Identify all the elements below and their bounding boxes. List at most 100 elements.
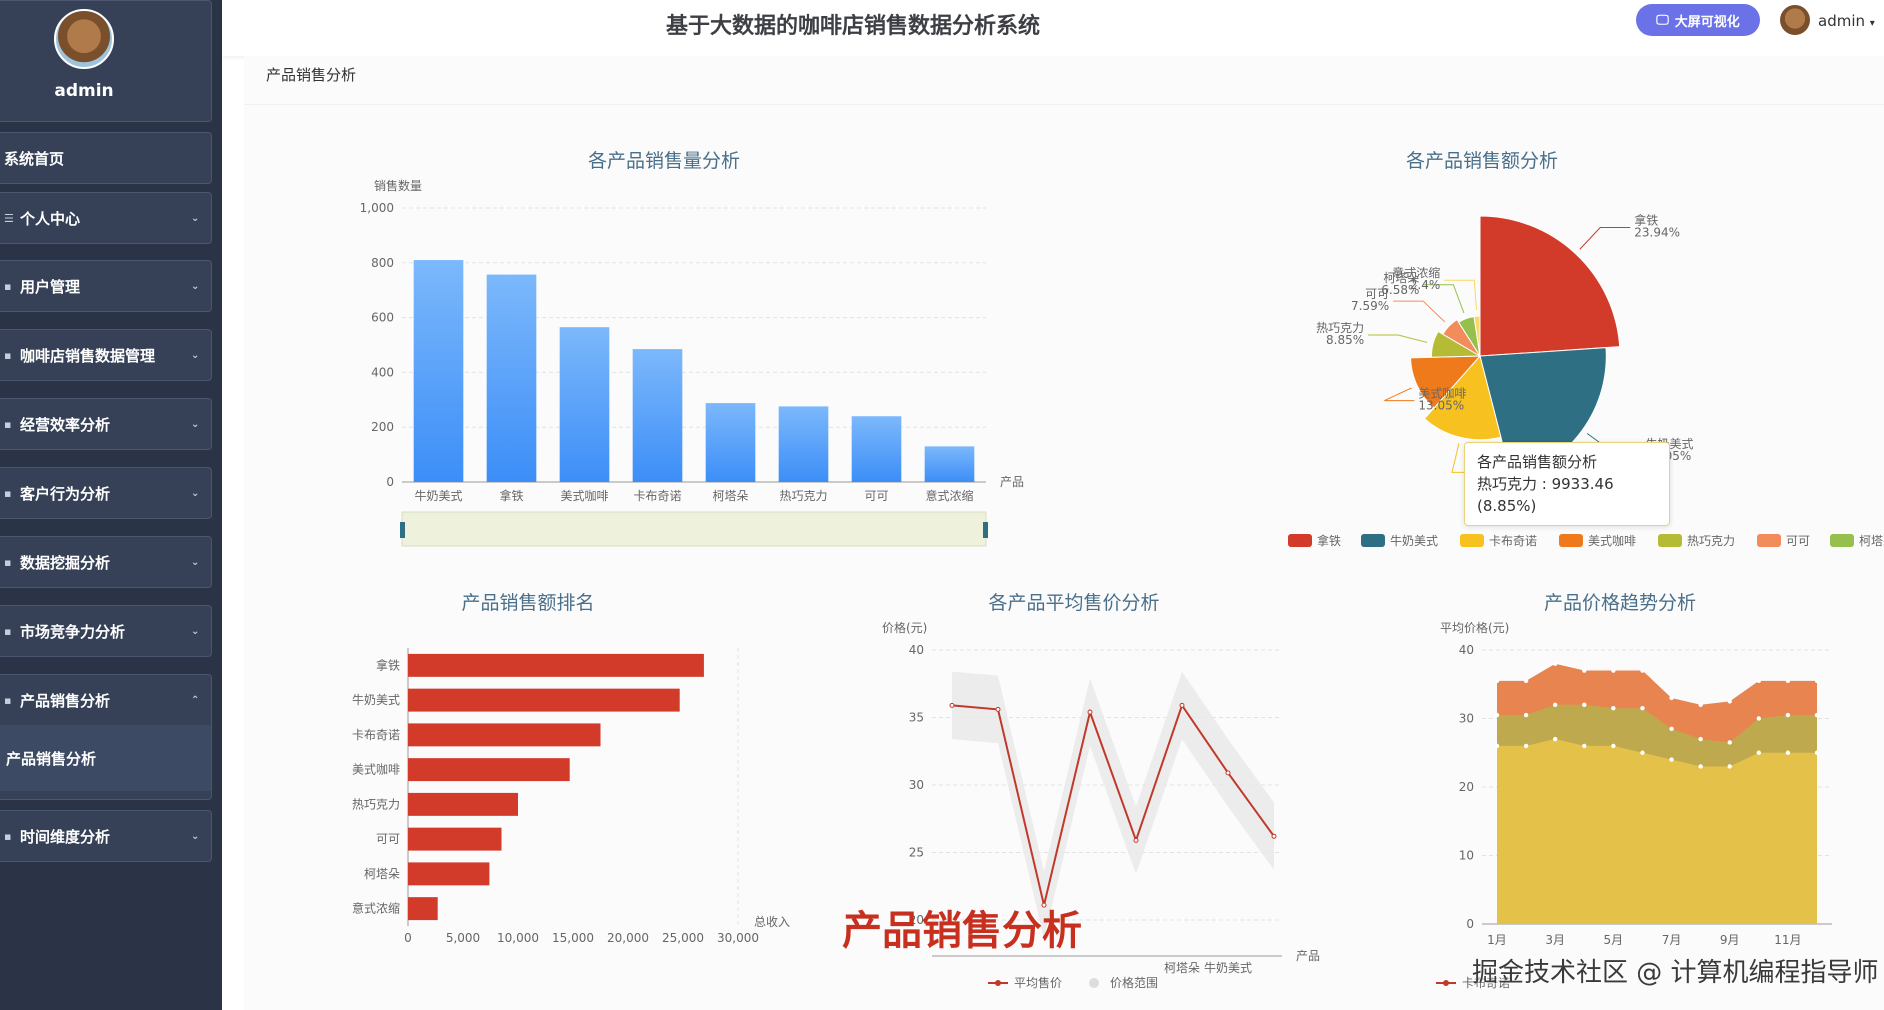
sidebar-item-home[interactable]: 系统首页 — [0, 132, 212, 184]
data-point — [1698, 702, 1703, 707]
watermark: 掘金技术社区 @ 计算机编程指导师 — [1472, 958, 1879, 988]
legend-label: 拿铁 — [1317, 533, 1341, 548]
data-point — [1814, 712, 1820, 718]
bar — [924, 446, 975, 482]
label-line — [1579, 226, 1631, 250]
sidebar-item-label: 时间维度分析 — [20, 827, 111, 846]
data-point — [1225, 770, 1231, 776]
x-tick-label: 1月 — [1487, 933, 1507, 947]
x-tick-label: 柯塔朵 — [1164, 961, 1200, 975]
menu-icon: ▪ — [4, 279, 12, 293]
chevron-down-icon: ⌄ — [191, 349, 200, 361]
x-axis-label: 总收入 — [754, 915, 790, 929]
y-tick-label: 0 — [1466, 917, 1474, 931]
legend-swatch — [1288, 534, 1312, 547]
x-tick-label: 30,000 — [717, 931, 759, 945]
data-point — [1523, 712, 1529, 718]
y-tick-label: 40 — [1459, 643, 1474, 657]
data-point — [1494, 678, 1500, 684]
menu-icon: ▪ — [4, 693, 12, 707]
bar — [632, 349, 683, 482]
x-tick-label: 牛奶美式 — [414, 488, 462, 503]
bar — [705, 403, 756, 482]
legend-swatch — [995, 980, 1001, 986]
sidebar-item-customer[interactable]: ▪ 客户行为分析 ⌄ — [0, 467, 212, 519]
sidebar-item-time[interactable]: ▪ 时间维度分析 ⌄ — [0, 810, 212, 862]
data-point — [1523, 678, 1529, 684]
data-point — [1785, 750, 1791, 755]
app-title: 基于大数据的咖啡店销售数据分析系统 — [665, 14, 1040, 39]
chart-title: 各产品销售量分析 — [587, 150, 740, 172]
slice-pct: 13.05% — [1418, 399, 1464, 413]
sidebar-item-user-management[interactable]: ▪ 用户管理 ⌄ — [0, 260, 212, 312]
data-point — [1179, 702, 1185, 708]
avatar[interactable] — [54, 9, 114, 69]
x-tick-label: 25,000 — [662, 931, 704, 945]
data-point — [995, 706, 1001, 712]
bar — [486, 274, 537, 482]
data-point — [1552, 661, 1558, 666]
legend-label: 牛奶美式 — [1390, 533, 1438, 548]
sidebar-item-sales-data[interactable]: ▪ 咖啡店销售数据管理 ⌄ — [0, 329, 212, 381]
sidebar-item-efficiency[interactable]: ▪ 经营效率分析 ⌄ — [0, 398, 212, 450]
data-point — [1785, 712, 1791, 718]
sidebar-item-product-sales[interactable]: ▪ 产品销售分析 ⌃ — [0, 675, 211, 725]
data-point — [1552, 702, 1558, 707]
legend-label: 可可 — [1786, 534, 1810, 548]
data-point — [1727, 699, 1732, 704]
user-menu[interactable]: admin ▾ — [1818, 12, 1875, 30]
y-tick-label: 800 — [371, 256, 394, 270]
y-tick-label: 美式咖啡 — [352, 762, 400, 777]
avatar[interactable] — [1780, 5, 1810, 35]
sidebar: admin 系统首页 ☰ 个人中心 ⌄ ▪ 用户管理 ⌄ ▪ 咖啡店销售数据管理 ⌄ ▪ 经营… — [0, 0, 222, 1010]
pie-slice — [1479, 215, 1621, 357]
chevron-down-icon: ⌄ — [191, 556, 200, 568]
legend-label: 热巧克力 — [1687, 534, 1735, 548]
bar — [408, 688, 680, 712]
y-tick-label: 拿铁 — [376, 657, 400, 672]
sidebar-user-panel: admin — [0, 0, 212, 122]
divider — [244, 104, 1884, 105]
slice-pct: 2.4% — [1410, 278, 1441, 292]
y-tick-label: 400 — [371, 365, 394, 379]
y-axis-label: 销售数量 — [374, 178, 422, 193]
data-point — [1087, 709, 1093, 715]
legend-label: 卡布奇诺 — [1489, 534, 1537, 548]
sidebar-subitem-product-sales[interactable]: 产品销售分析 — [0, 725, 211, 791]
bar — [778, 406, 829, 482]
legend-label: 美式咖啡 — [1588, 533, 1636, 548]
data-point — [1727, 764, 1732, 769]
slice-pct: 8.85% — [1326, 333, 1364, 347]
price-trend-chart: 010203040平均价格(元)1月 3月 5月 7月 9月 11月卡布奇诺 — [1436, 620, 1832, 990]
chart-title: 产品销售额排名 — [461, 592, 595, 614]
sidebar-username: admin — [54, 81, 114, 101]
y-tick-label: 牛奶美式 — [352, 692, 400, 707]
sidebar-item-mining[interactable]: ▪ 数据挖掘分析 ⌄ — [0, 536, 212, 588]
y-tick-label: 可可 — [376, 832, 400, 846]
legend-swatch — [1443, 980, 1449, 986]
chevron-down-icon: ⌄ — [191, 418, 200, 430]
tooltip-title: 各产品销售额分析 — [1477, 453, 1598, 471]
data-point — [1669, 757, 1674, 762]
sidebar-item-label: 系统首页 — [4, 149, 65, 168]
y-tick-label: 0 — [386, 475, 394, 489]
legend-swatch — [1559, 534, 1583, 547]
x-tick-label: 15,000 — [552, 931, 594, 945]
sidebar-item-personal-center[interactable]: ☰ 个人中心 ⌄ — [0, 192, 212, 244]
sidebar-item-label: 产品销售分析 — [20, 691, 111, 710]
x-tick-label: 3月 — [1545, 933, 1565, 947]
data-point — [1582, 743, 1587, 749]
data-point — [1582, 702, 1587, 707]
bigscreen-button[interactable]: 🖵 大屏可视化 — [1636, 4, 1760, 36]
data-point — [1494, 743, 1500, 749]
label-line — [1384, 387, 1415, 402]
x-tick-label: 11月 — [1774, 933, 1801, 947]
data-point — [1669, 695, 1674, 701]
sidebar-item-competition[interactable]: ▪ 市场竞争力分析 ⌄ — [0, 605, 212, 657]
legend-swatch — [1361, 534, 1385, 547]
bar — [408, 897, 438, 921]
datazoom-handle-left — [400, 522, 405, 538]
x-tick-label: 5月 — [1604, 933, 1624, 947]
data-point — [1756, 678, 1762, 684]
tooltip-value: 热巧克力 : 9933.46 (8.85%) — [1477, 475, 1614, 515]
